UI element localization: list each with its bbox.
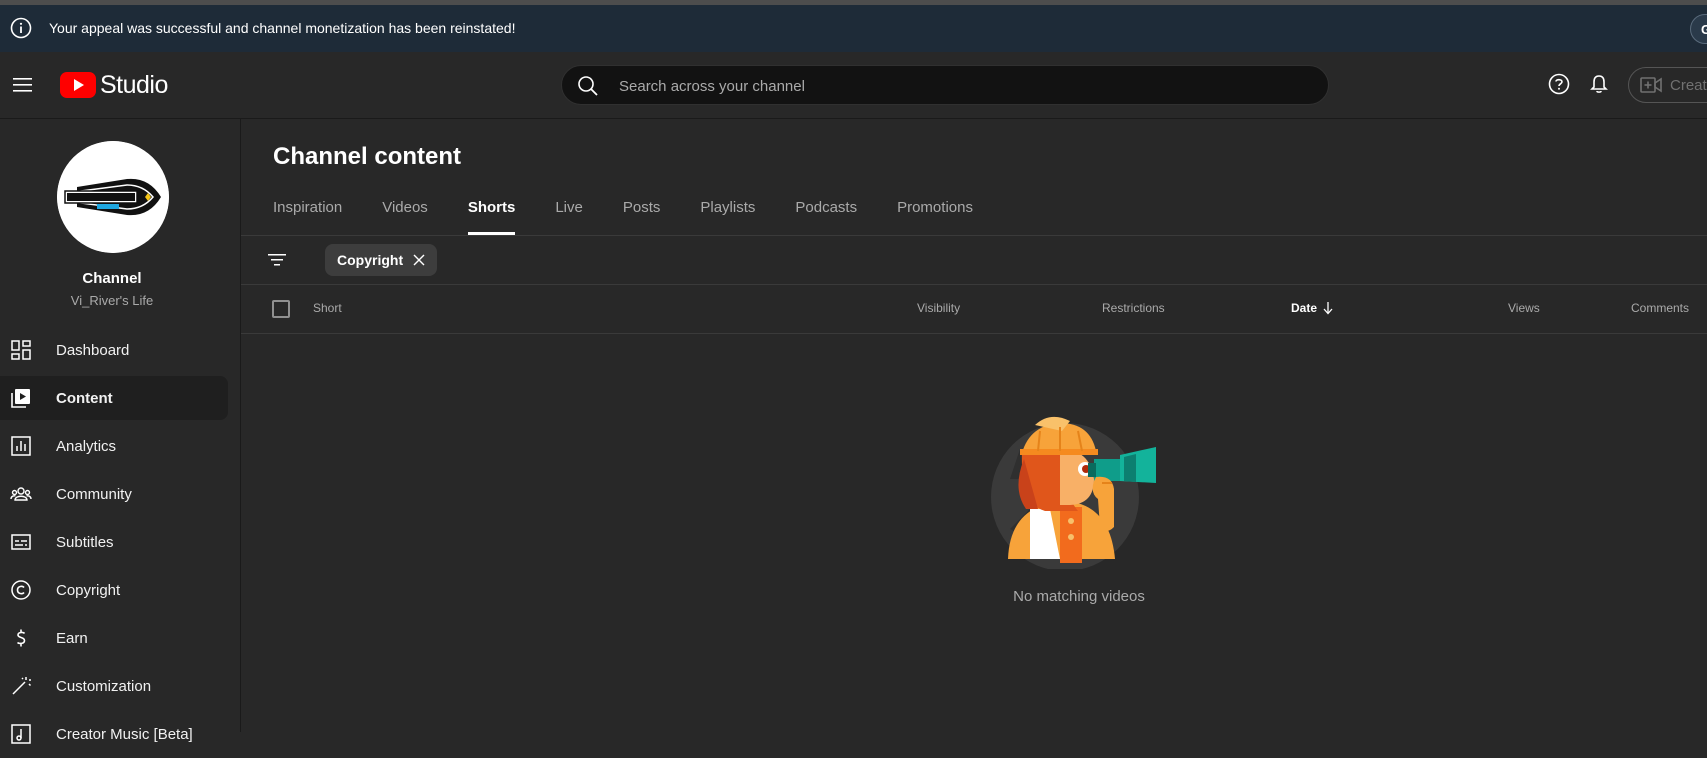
sidebar-item-label: Copyright <box>56 581 121 599</box>
sidebar-item-subtitles[interactable]: Subtitles <box>0 518 240 566</box>
logo-text: Studio <box>100 70 168 99</box>
sidebar-item-label: Customization <box>56 677 152 695</box>
sidebar: Channel Vi_River's Life Dashboard Conten… <box>0 119 241 744</box>
tab-posts[interactable]: Posts <box>623 199 661 235</box>
community-icon <box>10 483 32 505</box>
channel-name: Vi_River's Life <box>70 293 154 308</box>
sidebar-item-analytics[interactable]: Analytics <box>0 422 240 470</box>
create-button[interactable]: Create <box>1628 67 1707 103</box>
content-icon <box>10 387 32 409</box>
hamburger-menu-icon[interactable] <box>10 72 36 98</box>
main-content: Channel content Inspiration Videos Short… <box>241 119 1707 732</box>
column-comments: Comments <box>1631 301 1690 315</box>
copyright-filter-chip[interactable]: Copyright <box>325 244 438 276</box>
filter-chip-label: Copyright <box>337 252 404 268</box>
search-icon <box>577 75 599 97</box>
banner-message: Your appeal was successful and channel m… <box>49 20 516 36</box>
sidebar-item-dashboard[interactable]: Dashboard <box>0 326 240 374</box>
search-bar[interactable] <box>561 65 1329 106</box>
banner-action-button[interactable]: G <box>1690 14 1707 44</box>
tab-videos[interactable]: Videos <box>382 199 428 235</box>
column-date[interactable]: Date <box>1291 301 1334 315</box>
content-tabs: Inspiration Videos Shorts Live Posts Pla… <box>273 199 1013 235</box>
tab-shorts[interactable]: Shorts <box>467 199 515 235</box>
search-input[interactable] <box>617 66 1311 106</box>
filter-icon[interactable] <box>267 250 287 270</box>
sidebar-item-label: Dashboard <box>56 341 130 359</box>
page-title: Channel content <box>273 143 462 170</box>
earn-icon <box>10 627 32 649</box>
subtitles-icon <box>10 531 32 553</box>
sidebar-item-label: Content <box>56 389 113 407</box>
column-restrictions: Restrictions <box>1102 301 1165 315</box>
tab-live[interactable]: Live <box>555 199 583 235</box>
sort-down-arrow-icon <box>1322 301 1334 315</box>
sidebar-item-label: Creator Music [Beta] <box>56 725 193 743</box>
dashboard-icon <box>10 339 32 361</box>
header-divider <box>241 333 1707 334</box>
channel-title: Channel <box>82 270 142 287</box>
customization-icon <box>10 675 32 697</box>
sidebar-item-label: Earn <box>56 629 88 647</box>
app-header: Studio Create <box>0 52 1707 119</box>
sidebar-item-label: Community <box>56 485 132 503</box>
column-short: Short <box>313 301 342 315</box>
notification-banner: Your appeal was successful and channel m… <box>0 5 1707 52</box>
help-icon[interactable] <box>1548 73 1570 95</box>
sidebar-item-copyright[interactable]: Copyright <box>0 566 240 614</box>
add-video-icon <box>1640 76 1662 94</box>
copyright-icon <box>10 579 32 601</box>
channel-avatar[interactable] <box>57 141 169 253</box>
tab-playlists[interactable]: Playlists <box>700 199 755 235</box>
column-views: Views <box>1508 301 1540 315</box>
tab-podcasts[interactable]: Podcasts <box>795 199 857 235</box>
close-icon[interactable] <box>413 254 425 266</box>
sidebar-item-content[interactable]: Content <box>0 374 240 422</box>
sidebar-item-customization[interactable]: Customization <box>0 662 240 710</box>
sidebar-item-label: Analytics <box>56 437 117 455</box>
sidebar-item-community[interactable]: Community <box>0 470 240 518</box>
sidebar-nav: Dashboard Content Analytics Community Su… <box>0 326 240 758</box>
tab-promotions[interactable]: Promotions <box>897 199 973 235</box>
notifications-bell-icon[interactable] <box>1588 73 1610 95</box>
column-visibility: Visibility <box>917 301 961 315</box>
sidebar-item-creator-music[interactable]: Creator Music [Beta] <box>0 710 240 758</box>
info-icon <box>10 17 32 39</box>
column-date-label: Date <box>1291 301 1318 315</box>
tab-inspiration[interactable]: Inspiration <box>273 199 342 235</box>
table-header: Short Visibility Restrictions Date Views… <box>241 285 1707 333</box>
empty-state-message: No matching videos <box>1013 588 1145 605</box>
sidebar-item-earn[interactable]: Earn <box>0 614 240 662</box>
empty-state-illustration <box>990 409 1170 569</box>
youtube-play-icon <box>60 72 96 98</box>
create-label: Create <box>1670 76 1707 94</box>
analytics-icon <box>10 435 32 457</box>
studio-logo[interactable]: Studio <box>60 69 168 101</box>
creator-music-icon <box>10 723 32 745</box>
select-all-checkbox[interactable] <box>272 300 290 318</box>
filter-bar: Copyright <box>241 236 1707 284</box>
sidebar-item-label: Subtitles <box>56 533 114 551</box>
